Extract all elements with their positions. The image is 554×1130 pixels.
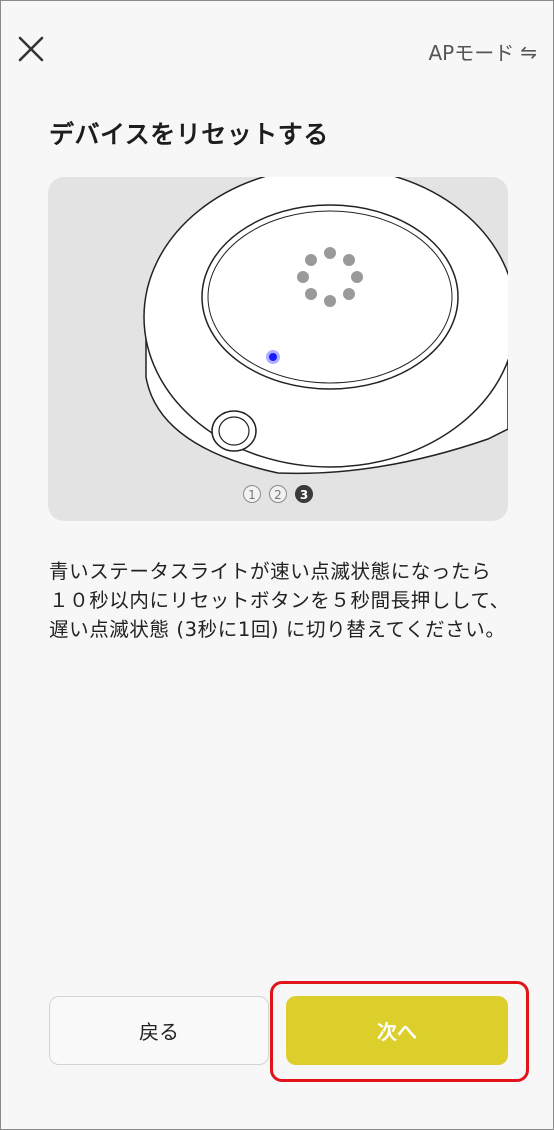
led-dot [297, 271, 309, 283]
step-dot-1[interactable]: 1 [243, 485, 261, 503]
led-dot [351, 271, 363, 283]
led-dot [343, 254, 355, 266]
device-illustration [143, 177, 508, 475]
ap-mode-label: APモード [428, 41, 515, 65]
instruction-text: 青いステータスライトが速い点滅状態になったら１０秒以内にリセットボタンを５秒間長… [49, 560, 510, 641]
device-illustration-carousel[interactable]: 1 2 3 [48, 177, 508, 521]
ap-mode-toggle[interactable]: APモード ⇋ [428, 37, 537, 66]
step-indicator: 1 2 3 [48, 485, 508, 503]
led-dot [324, 295, 336, 307]
swap-arrows-icon: ⇋ [520, 39, 537, 64]
step-dot-3-active[interactable]: 3 [295, 485, 313, 503]
led-dot [305, 288, 317, 300]
step-dot-2[interactable]: 2 [269, 485, 287, 503]
led-dot [343, 288, 355, 300]
close-icon [18, 36, 44, 62]
led-dot [324, 247, 336, 259]
app-screen: APモード ⇋ デバイスをリセットする 1 2 3 青いステータスライトが速い点… [0, 0, 554, 1130]
led-dot [305, 254, 317, 266]
next-button[interactable]: 次へ [286, 996, 508, 1065]
close-button[interactable] [15, 33, 47, 65]
back-button[interactable]: 戻る [49, 996, 269, 1065]
page-title: デバイスをリセットする [49, 120, 329, 149]
